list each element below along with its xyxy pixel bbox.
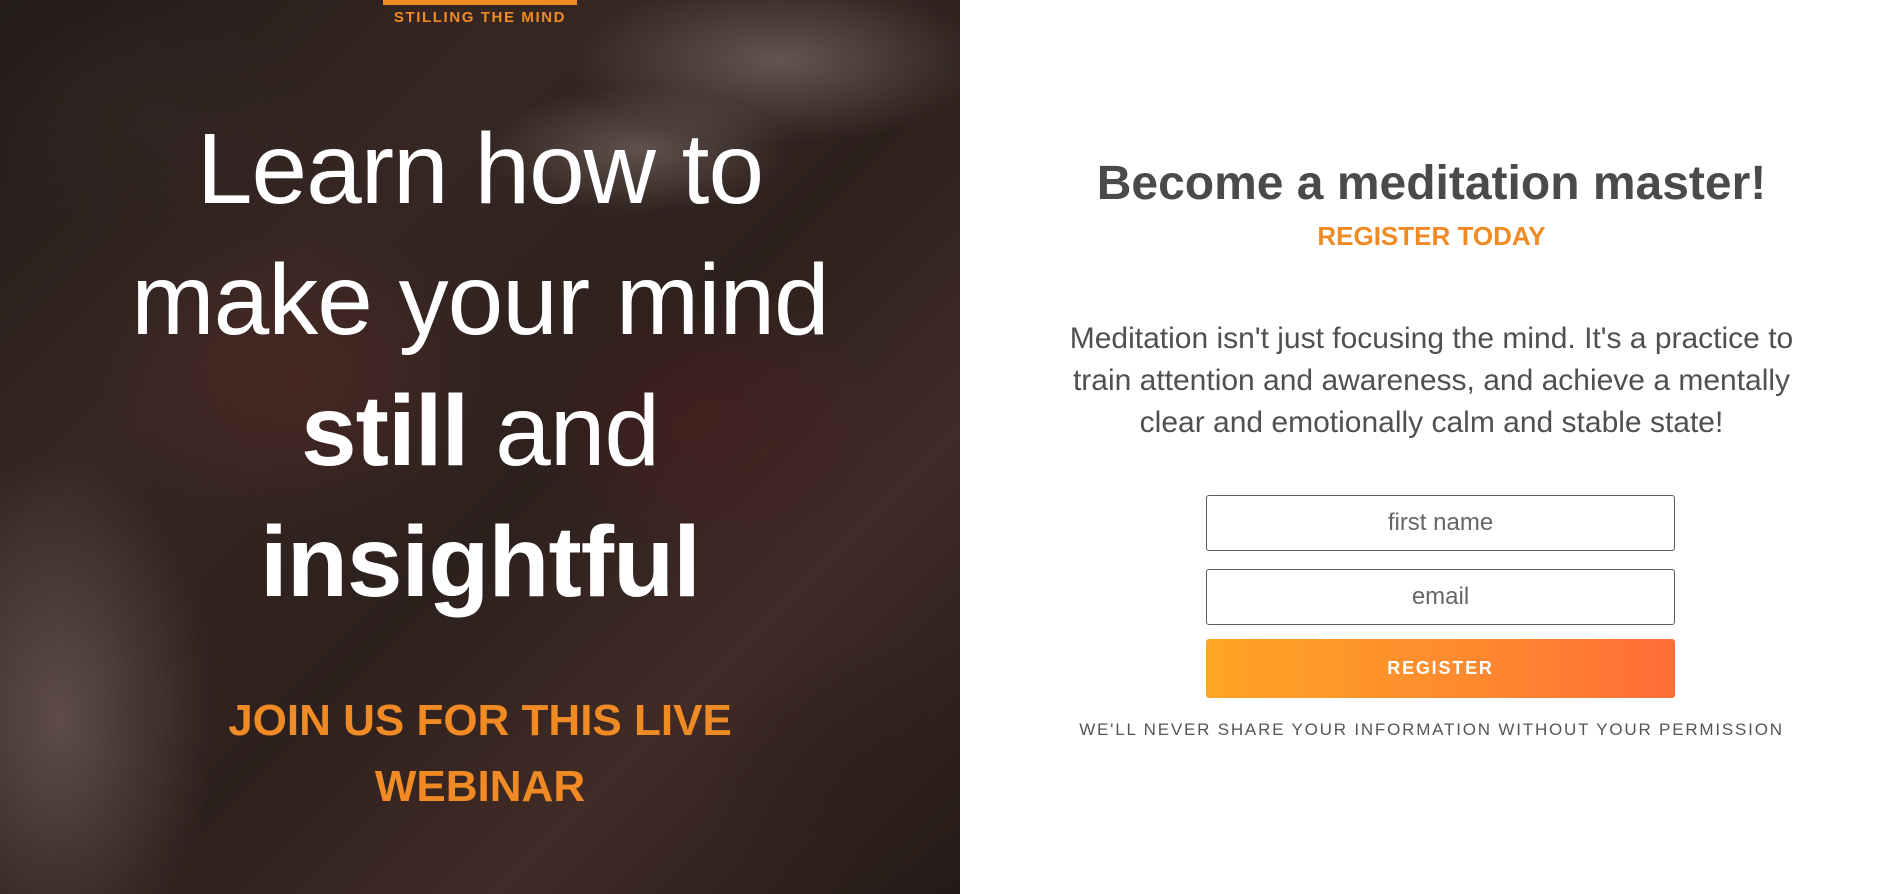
headline-line-3: still and: [80, 366, 880, 497]
webinar-line-2: WEBINAR: [374, 762, 586, 811]
registration-panel: Become a meditation master! REGISTER TOD…: [960, 0, 1903, 894]
panel-description: Meditation isn't just focusing the mind.…: [1069, 322, 1794, 439]
headline-and: and: [468, 375, 660, 487]
hero-headline: Learn how to make your mind still and in…: [80, 104, 880, 628]
headline-emphasis-still: still: [301, 375, 469, 487]
email-input[interactable]: [1206, 569, 1675, 625]
headline-line-4: insightful: [80, 497, 880, 628]
brand-logo-text: STILLING THE MIND: [393, 9, 567, 26]
privacy-note: WE'LL NEVER SHARE YOUR INFORMATION WITHO…: [1079, 720, 1784, 739]
brand-accent-bar: [383, 0, 577, 5]
webinar-callout: JOIN US FOR THIS LIVE WEBINAR: [140, 688, 820, 820]
webinar-line-1: JOIN US FOR THIS LIVE: [228, 696, 732, 745]
panel-subtitle: REGISTER TODAY: [1317, 221, 1546, 251]
hero-section: STILLING THE MIND Learn how to make your…: [0, 0, 960, 894]
first-name-input[interactable]: [1206, 495, 1675, 551]
panel-title: Become a meditation master!: [1096, 157, 1767, 210]
headline-line-1: Learn how to: [196, 113, 764, 225]
register-button[interactable]: REGISTER: [1206, 639, 1675, 698]
headline-emphasis-insightful: insightful: [260, 506, 701, 618]
headline-line-2: make your mind: [131, 244, 829, 356]
